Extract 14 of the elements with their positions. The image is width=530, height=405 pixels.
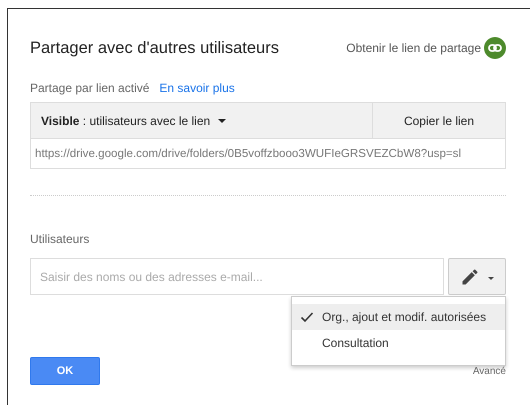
learn-more-link[interactable]: En savoir plus [159, 81, 235, 95]
check-icon [300, 310, 314, 324]
link-url-field[interactable]: https://drive.google.com/drive/folders/0B5voffzbooo3WUFIeGRSVEZCbW8?usp=sl [31, 139, 505, 168]
get-link-link[interactable]: Obtenir le lien de partage [346, 41, 481, 55]
pencil-icon [460, 266, 480, 286]
menu-item[interactable]: Consultation [292, 330, 505, 356]
advanced-link[interactable]: Avancé [472, 366, 506, 377]
dialog-title: Partager avec d'autres utilisateurs [30, 38, 279, 58]
menu-item[interactable]: Org., ajout et modif. autorisées [292, 304, 505, 330]
users-label: Utilisateurs [30, 232, 90, 246]
link-icon[interactable] [484, 37, 506, 59]
link-sharing-status: Partage par lien activé [30, 81, 150, 95]
permission-button[interactable] [448, 258, 506, 295]
users-input-field[interactable]: Saisir des noms ou des adresses e-mail... [30, 258, 444, 295]
